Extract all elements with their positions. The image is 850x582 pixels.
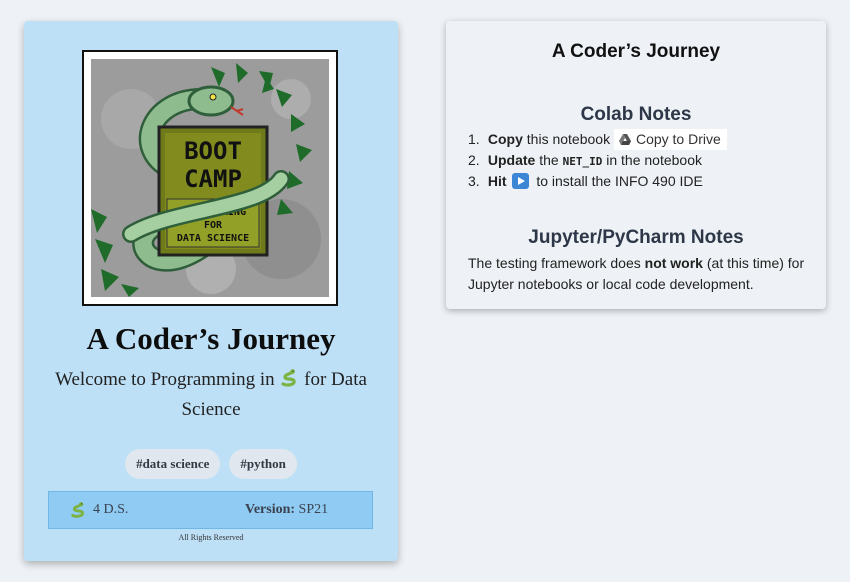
snake-icon xyxy=(71,502,84,518)
jupyter-notes-heading: Jupyter/PyCharm Notes xyxy=(528,227,744,248)
step-number: 3. xyxy=(468,173,480,189)
course-card: BOOT CAMP PROGRAMMING FOR DATA SCIENCE A… xyxy=(24,21,398,561)
step-bold: Update xyxy=(487,152,536,168)
jupyter-text-bold: not work xyxy=(644,255,703,271)
bootcamp-snake-illustration: BOOT CAMP PROGRAMMING FOR DATA SCIENCE xyxy=(91,59,329,297)
snake-emoji-icon xyxy=(281,369,296,387)
cover-image: BOOT CAMP PROGRAMMING FOR DATA SCIENCE xyxy=(82,50,338,306)
version-info: Version: SP21 xyxy=(245,502,328,518)
rights-notice: All Rights Reserved xyxy=(178,533,244,542)
tag-list: #data science #python xyxy=(24,449,398,479)
colab-steps-list: 1. Copy this notebook Copy to Drive 2. U… xyxy=(468,129,727,192)
copy-to-drive-label: Copy to Drive xyxy=(635,131,721,147)
step-bold: Copy xyxy=(487,131,523,147)
colab-notes-heading: Colab Notes xyxy=(580,104,692,125)
copy-to-drive-button[interactable]: Copy to Drive xyxy=(613,129,727,150)
tag-data-science[interactable]: #data science xyxy=(125,449,221,479)
step-text-after: to install the INFO 490 IDE xyxy=(536,173,703,189)
footer-left-text: 4 D.S. xyxy=(93,502,129,517)
boot-text: BOOT xyxy=(184,137,242,165)
version-label: Version: xyxy=(245,502,296,517)
list-item: 2. Update the NET_ID in the notebook xyxy=(468,150,727,171)
tag-python[interactable]: #python xyxy=(229,449,297,479)
step-text: the xyxy=(539,152,559,168)
subtitle-text-before: Welcome to Programming in xyxy=(55,369,275,390)
jupyter-notes-text: The testing framework does not work (at … xyxy=(468,253,808,295)
step-number: 1. xyxy=(468,131,480,147)
camp-text: CAMP xyxy=(184,165,242,193)
step-text: this notebook xyxy=(526,131,611,147)
jupyter-text-before: The testing framework does xyxy=(468,255,641,271)
plate-line-3: DATA SCIENCE xyxy=(177,233,249,244)
plate-line-2: FOR xyxy=(204,220,223,231)
version-value: SP21 xyxy=(298,502,329,517)
list-item: 3. Hit to install the INFO 490 IDE xyxy=(468,171,727,192)
net-id-code: NET_ID xyxy=(562,155,603,168)
list-item: 1. Copy this notebook Copy to Drive xyxy=(468,129,727,150)
step-number: 2. xyxy=(468,152,480,168)
card-subtitle: Welcome to Programming in for Data Scien… xyxy=(54,365,368,425)
drive-icon xyxy=(618,134,631,145)
play-icon xyxy=(512,173,530,189)
step-text-after: in the notebook xyxy=(606,152,702,168)
notes-panel: A Coder’s Journey Colab Notes 1. Copy th… xyxy=(446,21,826,309)
panel-title: A Coder’s Journey xyxy=(551,41,721,62)
step-bold: Hit xyxy=(487,173,507,189)
card-footer: 4 D.S. Version: SP21 xyxy=(48,491,373,529)
card-title: A Coder’s Journey xyxy=(86,321,336,356)
footer-left: 4 D.S. xyxy=(71,502,129,518)
